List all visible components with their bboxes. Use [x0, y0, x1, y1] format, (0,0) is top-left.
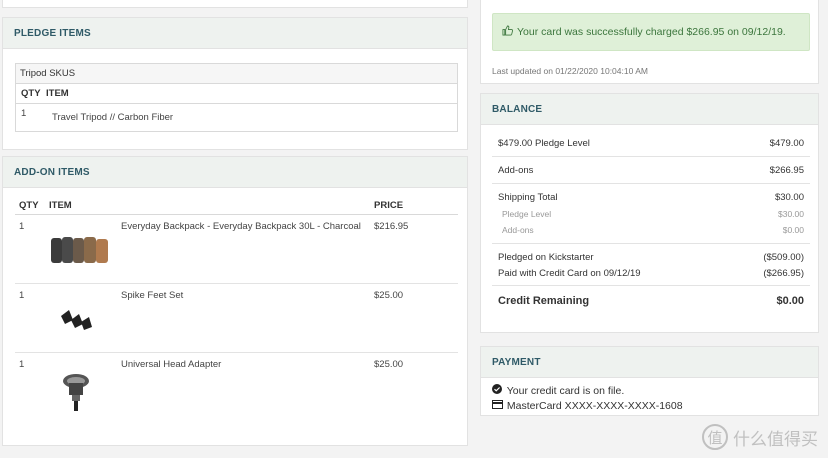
credit-remaining-label: Credit Remaining	[498, 295, 590, 307]
charge-status-panel: Your card was successfully charged $266.…	[480, 0, 819, 84]
sku-table-header: QTY ITEM	[16, 84, 457, 104]
price-column-header: PRICE	[374, 200, 404, 211]
pledged-value: ($509.00)	[763, 252, 804, 263]
backpack-icon	[49, 215, 121, 283]
addon-items-panel: ADD-ON ITEMS QTY ITEM PRICE 1 Everyday B…	[2, 156, 468, 446]
row-item-name: Everyday Backpack - Everyday Backpack 30…	[121, 221, 361, 232]
pledge-level-label: $479.00 Pledge Level	[498, 138, 590, 149]
qty-column-header: QTY	[21, 88, 41, 99]
success-alert: Your card was successfully charged $266.…	[492, 13, 810, 51]
item-column-header: ITEM	[46, 88, 69, 99]
credit-remaining-row: Credit Remaining $0.00	[492, 286, 810, 316]
paid-value: ($266.95)	[763, 268, 804, 279]
pledged-row: Pledged on Kickstarter ($509.00)	[492, 250, 810, 266]
row-price: $216.95	[374, 221, 409, 232]
row-item-name: Spike Feet Set	[121, 290, 184, 301]
addons-row: Add-ons $266.95	[492, 157, 810, 184]
card-number-text: MasterCard XXXX-XXXX-XXXX-1608	[506, 400, 683, 412]
sku-table-title: Tripod SKUS	[16, 64, 457, 84]
spike-feet-icon	[49, 284, 121, 352]
shipping-addons-value: $0.00	[782, 225, 804, 235]
shipping-total-value: $30.00	[774, 192, 804, 203]
item-column-header: ITEM	[49, 200, 72, 211]
sku-table: Tripod SKUS QTY ITEM 1 Travel Tripod // …	[15, 63, 458, 132]
previous-panel-bottom	[2, 0, 468, 8]
credit-card-icon	[492, 400, 504, 414]
watermark-logo-icon: 值	[702, 424, 728, 450]
last-updated-text: Last updated on 01/22/2020 10:04:10 AM	[492, 66, 648, 76]
shipping-addons-row: Add-ons $0.00	[492, 222, 810, 244]
shipping-pledge-value: $30.00	[778, 209, 804, 219]
addon-table-header: QTY ITEM PRICE	[15, 197, 458, 215]
pledge-items-panel: PLEDGE ITEMS Tripod SKUS QTY ITEM 1 Trav…	[2, 17, 468, 150]
row-qty: 1	[21, 108, 27, 119]
addons-label: Add-ons	[498, 165, 534, 176]
addon-table: QTY ITEM PRICE 1 Everyday Backpack - Eve…	[15, 197, 458, 422]
shipping-total-label: Shipping Total	[498, 192, 558, 203]
pledge-level-value: $479.00	[769, 138, 804, 149]
balance-table: $479.00 Pledge Level $479.00 Add-ons $26…	[492, 130, 810, 316]
pledged-label: Pledged on Kickstarter	[498, 252, 594, 263]
row-qty: 1	[19, 359, 25, 370]
table-row: 1 Spike Feet Set $25.00	[15, 284, 458, 353]
check-circle-icon	[492, 384, 504, 399]
card-on-file-line: Your credit card is on file.	[492, 384, 683, 399]
payment-panel: PAYMENT Your credit card is on file. Mas…	[480, 346, 819, 416]
balance-panel: BALANCE $479.00 Pledge Level $479.00 Add…	[480, 93, 819, 333]
success-message: Your card was successfully charged $266.…	[517, 26, 786, 38]
paid-label: Paid with Credit Card on 09/12/19	[498, 268, 641, 279]
balance-header: BALANCE	[481, 94, 818, 125]
shipping-pledge-label: Pledge Level	[502, 209, 552, 219]
table-row: 1 Everyday Backpack - Everyday Backpack …	[15, 215, 458, 284]
row-price: $25.00	[374, 290, 404, 301]
credit-remaining-value: $0.00	[776, 295, 804, 307]
payment-info: Your credit card is on file. MasterCard …	[492, 384, 683, 414]
table-row: 1 Universal Head Adapter $25.00	[15, 353, 458, 422]
payment-header: PAYMENT	[481, 347, 818, 378]
card-line: MasterCard XXXX-XXXX-XXXX-1608	[492, 399, 683, 414]
table-row: 1 Travel Tripod // Carbon Fiber	[16, 104, 457, 131]
watermark-text: 什么值得买	[733, 429, 818, 450]
pledge-level-row: $479.00 Pledge Level $479.00	[492, 130, 810, 157]
desc-column-header	[121, 197, 374, 214]
pledge-items-header: PLEDGE ITEMS	[3, 18, 467, 49]
row-item-name: Universal Head Adapter	[121, 359, 222, 370]
card-on-file-text: Your credit card is on file.	[506, 385, 625, 397]
addon-items-header: ADD-ON ITEMS	[3, 157, 467, 188]
thumbs-up-icon	[502, 25, 513, 39]
row-qty: 1	[19, 290, 25, 301]
paid-row: Paid with Credit Card on 09/12/19 ($266.…	[492, 266, 810, 286]
head-adapter-icon	[49, 353, 121, 422]
site-watermark: 值 什么值得买	[702, 424, 818, 450]
shipping-total-row: Shipping Total $30.00	[492, 190, 810, 206]
qty-column-header: QTY	[19, 200, 39, 211]
row-price: $25.00	[374, 359, 404, 370]
shipping-addons-label: Add-ons	[502, 225, 534, 235]
row-item: Travel Tripod // Carbon Fiber	[52, 112, 174, 123]
shipping-pledge-row: Pledge Level $30.00	[492, 206, 810, 222]
row-qty: 1	[19, 221, 25, 232]
addons-value: $266.95	[769, 165, 804, 176]
